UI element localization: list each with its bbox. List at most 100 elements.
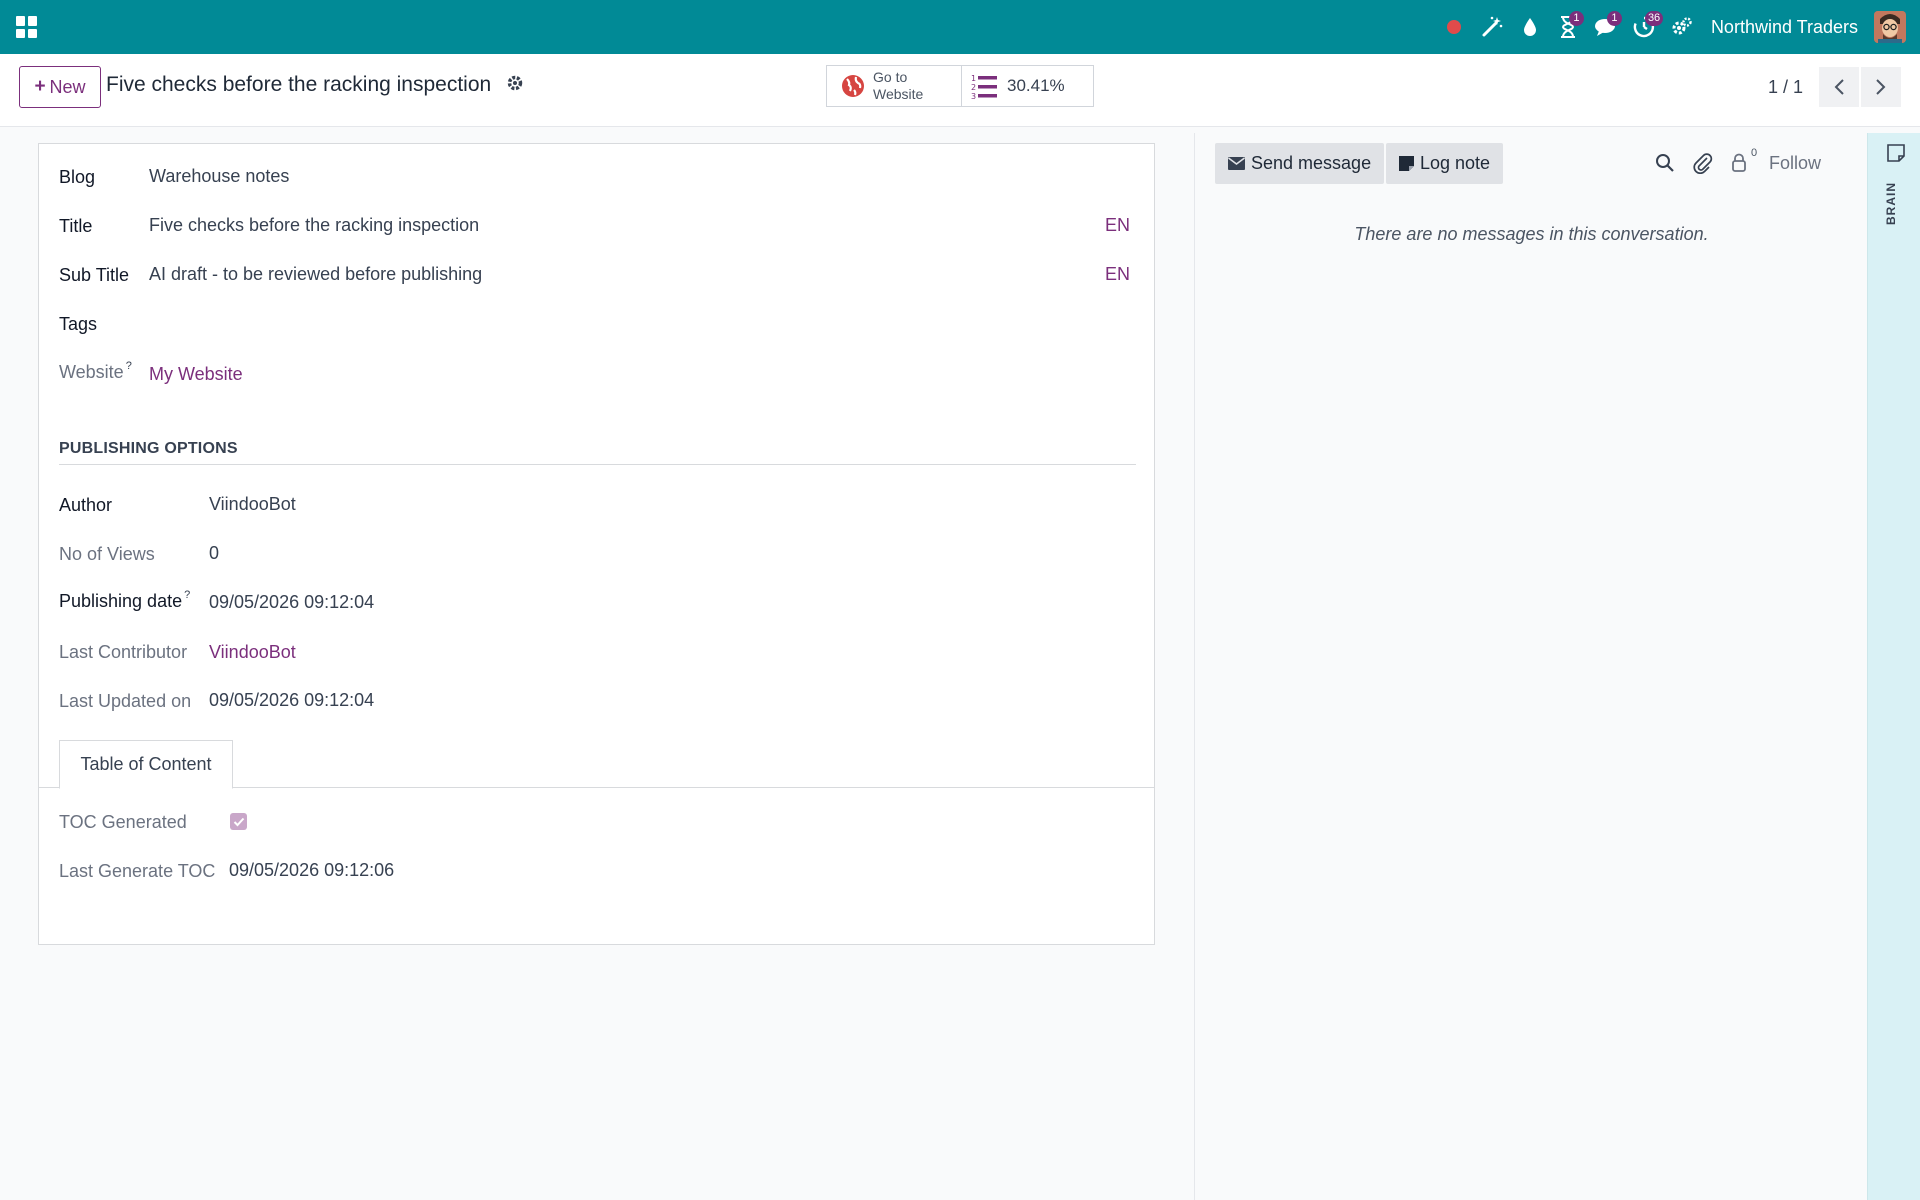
messages-badge: 1: [1606, 11, 1622, 26]
field-label-blog: Blog: [59, 166, 96, 187]
settings-icon[interactable]: [1663, 0, 1701, 54]
chatter-panel: Send message Log note 0 Follow There are…: [1194, 133, 1867, 1200]
publishing-date-help-tooltip[interactable]: ?: [184, 589, 190, 601]
field-value-publishing-date[interactable]: 09/05/2026 09:12:04: [209, 592, 374, 613]
form-sheet: Blog Warehouse notes Title Five checks b…: [38, 143, 1155, 945]
field-row-title: Title: [59, 211, 92, 241]
follower-icon[interactable]: [1727, 151, 1751, 175]
search-icon[interactable]: [1653, 151, 1677, 175]
envelope-icon: [1228, 157, 1245, 170]
field-value-subtitle[interactable]: AI draft - to be reviewed before publish…: [149, 264, 482, 285]
field-row-last-updated: Last Updated on: [59, 686, 191, 716]
messages-chat-icon[interactable]: 1: [1587, 0, 1625, 54]
website-help-tooltip[interactable]: ?: [126, 360, 132, 372]
field-value-title[interactable]: Five checks before the racking inspectio…: [149, 215, 479, 236]
field-label-toc-generated: TOC Generated: [59, 811, 187, 832]
tab-table-of-content[interactable]: Table of Content: [59, 740, 233, 789]
website-button-line2: Website: [873, 86, 924, 102]
log-note-label: Log note: [1420, 153, 1491, 173]
field-label-publishing-date: Publishing date?: [59, 589, 190, 612]
pager-next-button[interactable]: [1861, 67, 1901, 107]
field-row-website: Website?: [59, 357, 132, 387]
field-row-views: No of Views: [59, 539, 155, 569]
website-label-text: Website: [59, 361, 124, 382]
list-numbered-icon: 123: [971, 74, 997, 100]
checkmark-icon: [233, 817, 244, 826]
field-row-subtitle: Sub Title: [59, 260, 129, 290]
field-row-tags: Tags: [59, 309, 97, 339]
user-avatar[interactable]: [1874, 11, 1906, 43]
field-row-author: Author: [59, 490, 112, 520]
field-value-views: 0: [209, 543, 220, 563]
field-label-website: Website?: [59, 360, 132, 383]
seo-score-value: 30.41%: [1007, 76, 1065, 95]
record-icon[interactable]: [1435, 0, 1473, 54]
note-icon: [1399, 156, 1414, 171]
field-row-blog: Blog: [59, 162, 95, 192]
title-language-button[interactable]: EN: [1105, 215, 1130, 236]
timer-icon[interactable]: 36: [1625, 0, 1664, 54]
website-button-line1: Go to: [873, 69, 908, 85]
smart-buttons: Go to Website 123 30.41%: [826, 65, 1094, 107]
field-value-website[interactable]: My Website: [149, 364, 243, 385]
pager-previous-button[interactable]: [1819, 67, 1859, 107]
seo-score-button[interactable]: 123 30.41%: [962, 66, 1065, 106]
chevron-left-icon: [1834, 79, 1844, 95]
svg-text:3: 3: [971, 92, 976, 100]
go-to-website-button[interactable]: Go to Website: [827, 66, 962, 106]
apps-grid-icon[interactable]: [16, 16, 38, 38]
breadcrumb-record-title: Five checks before the racking inspectio…: [106, 73, 492, 96]
brain-toggle-label[interactable]: BRAIN: [1884, 181, 1898, 225]
log-note-button[interactable]: Log note: [1386, 143, 1504, 184]
navbar-systray: 1 1 36 Northwind Traders: [1435, 0, 1920, 54]
top-navbar: 1 1 36 Northwind Traders: [0, 0, 1920, 54]
new-button-label: New: [49, 76, 86, 97]
publishing-options-heading: PUBLISHING OPTIONS: [59, 440, 238, 457]
activity-hourglass-icon[interactable]: 1: [1549, 0, 1587, 54]
gear-icon[interactable]: [506, 74, 524, 92]
toc-generated-checkbox[interactable]: [230, 813, 247, 830]
svg-text:2: 2: [971, 83, 976, 92]
field-label-tags: Tags: [59, 313, 98, 334]
field-label-views: No of Views: [59, 543, 155, 564]
field-label-author: Author: [59, 494, 113, 515]
field-value-last-generate-toc: 09/05/2026 09:12:06: [229, 860, 395, 880]
paperclip-icon[interactable]: [1691, 151, 1715, 175]
field-value-blog[interactable]: Warehouse notes: [149, 166, 289, 187]
field-row-toc-generated: TOC Generated: [59, 807, 187, 837]
send-message-label: Send message: [1251, 153, 1372, 173]
company-switcher[interactable]: Northwind Traders: [1701, 17, 1874, 38]
field-row-last-generate-toc: Last Generate TOC: [59, 856, 215, 886]
brain-sidebar: BRAIN: [1867, 133, 1920, 1200]
pager: 1 / 1: [1768, 67, 1920, 107]
publishing-date-label-text: Publishing date: [59, 590, 183, 611]
field-label-subtitle: Sub Title: [59, 264, 130, 285]
send-message-button[interactable]: Send message: [1215, 143, 1385, 184]
pager-value[interactable]: 1 / 1: [1768, 77, 1803, 98]
follow-button[interactable]: Follow: [1769, 153, 1821, 174]
field-label-last-generate-toc: Last Generate TOC: [59, 860, 216, 881]
magic-wand-icon[interactable]: [1473, 0, 1511, 54]
empty-conversation-text: There are no messages in this conversati…: [1354, 224, 1709, 244]
globe-icon: [842, 75, 864, 97]
plus-icon: +: [34, 76, 46, 97]
new-record-button[interactable]: + New: [19, 66, 101, 108]
section-divider: [59, 464, 1136, 465]
timer-badge: 36: [1644, 11, 1664, 26]
control-panel: + New Five checks before the racking insp…: [0, 54, 1920, 127]
field-value-last-contributor[interactable]: ViindooBot: [209, 642, 296, 663]
field-value-tags[interactable]: [149, 309, 1049, 339]
field-row-publishing-date: Publishing date?: [59, 586, 190, 616]
follower-count[interactable]: 0: [1751, 147, 1757, 159]
subtitle-language-button[interactable]: EN: [1105, 264, 1130, 285]
field-label-last-contributor: Last Contributor: [59, 641, 188, 662]
droplet-icon[interactable]: [1511, 0, 1549, 54]
field-row-last-contributor: Last Contributor: [59, 637, 187, 667]
field-value-author[interactable]: ViindooBot: [209, 494, 296, 515]
chevron-right-icon: [1876, 79, 1886, 95]
field-value-last-updated: 09/05/2026 09:12:04: [209, 690, 375, 710]
svg-text:1: 1: [971, 74, 976, 83]
activity-badge: 1: [1568, 11, 1584, 26]
sticky-note-icon[interactable]: [1886, 143, 1906, 163]
field-label-title: Title: [59, 215, 93, 236]
